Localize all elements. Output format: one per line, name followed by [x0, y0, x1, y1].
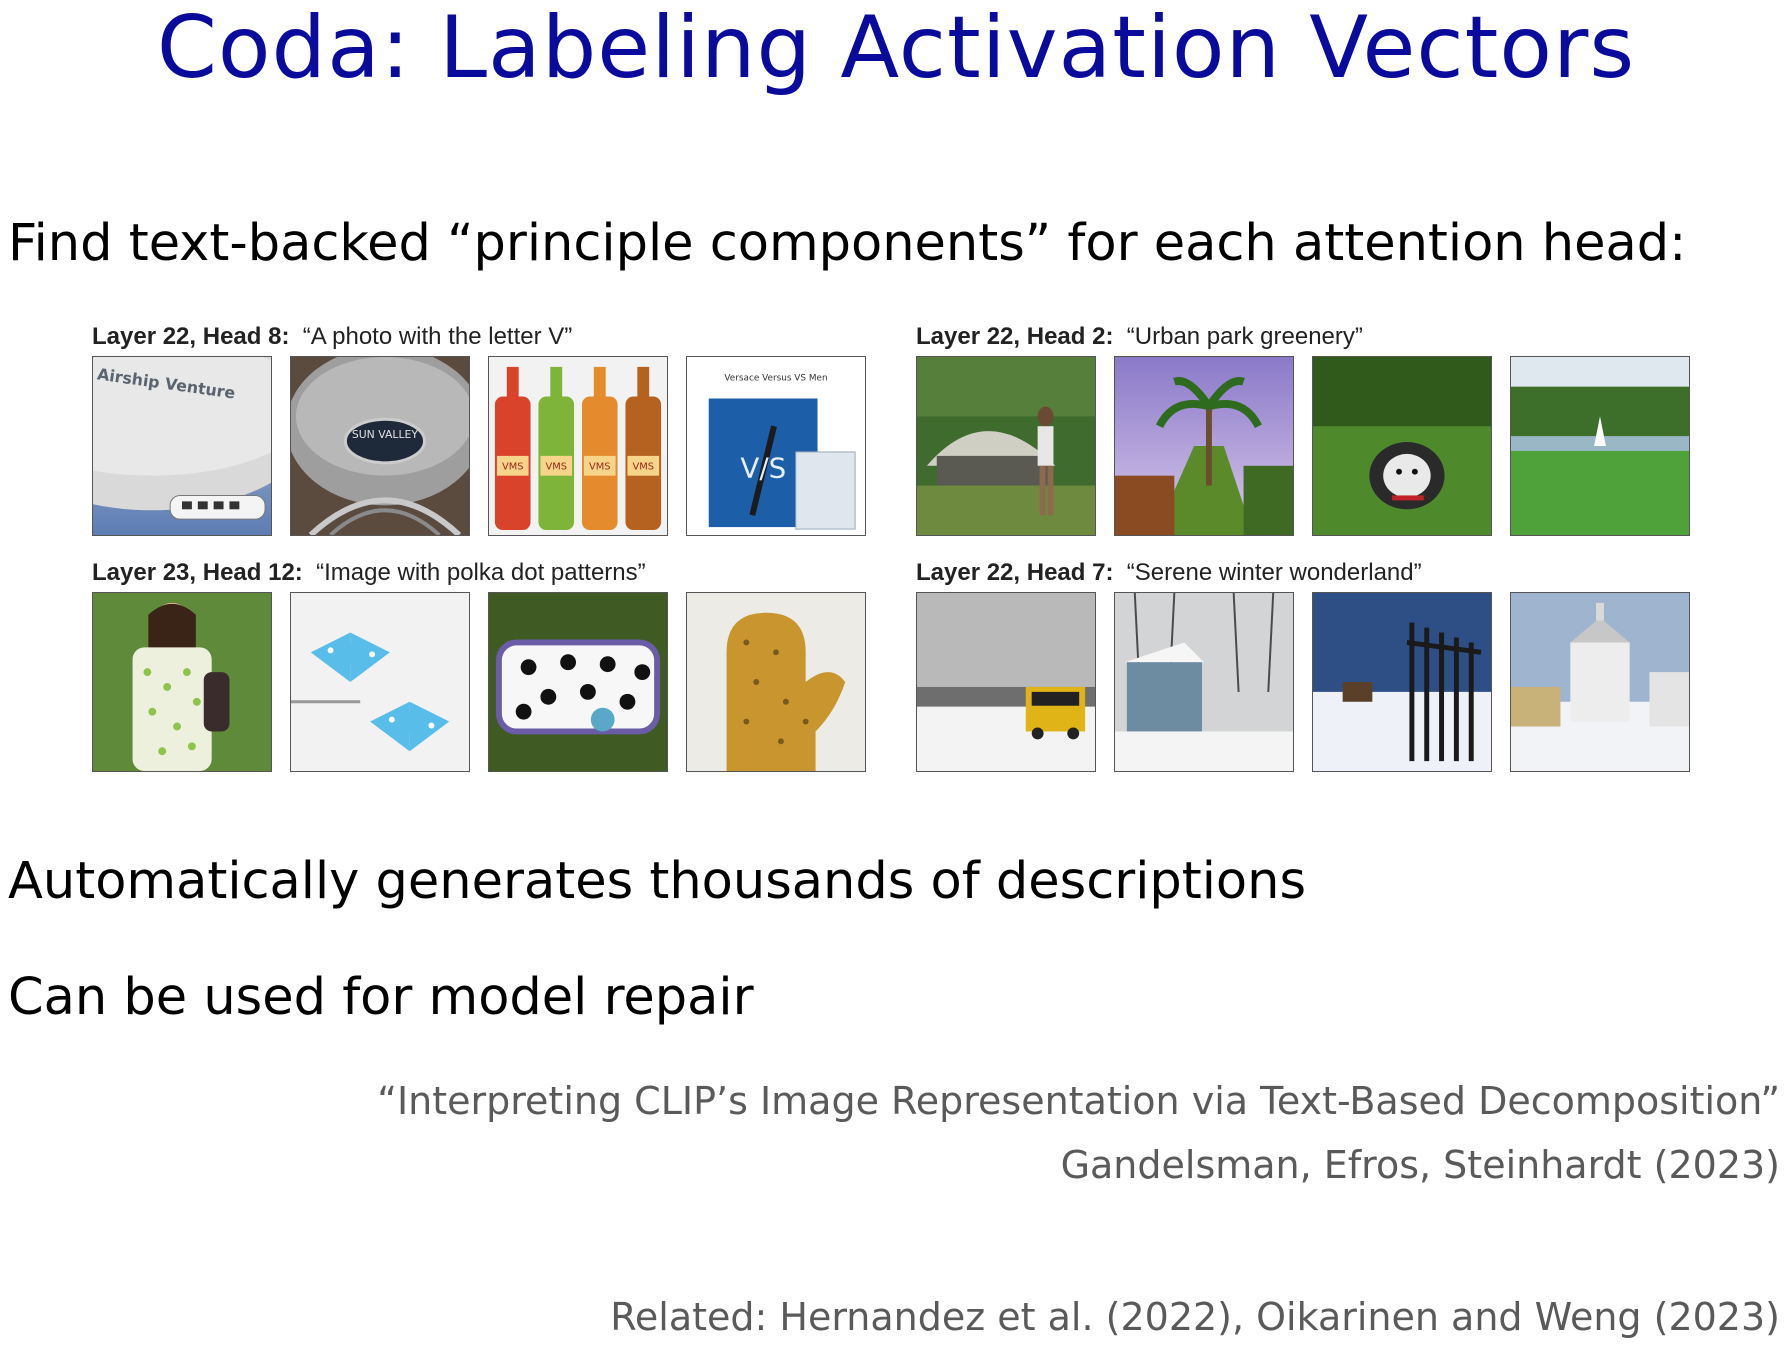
panel-head: Layer 22, Head 7: — [916, 559, 1114, 586]
panel-head: Layer 23, Head 12: — [92, 559, 303, 586]
bandshell-image — [916, 356, 1096, 536]
panel-description: “Serene winter wonderland” — [1126, 559, 1422, 586]
panel-letter-v: Layer 22, Head 8: “A photo with the lett… — [92, 322, 866, 536]
fountain-park-image — [1510, 356, 1690, 536]
airship-image: Airship Venture — [92, 356, 272, 536]
bottle-label-4: VMS — [632, 462, 654, 473]
versace-caption: Versace Versus VS Men — [724, 374, 827, 384]
versace-image: Versace Versus VS Men V/S — [686, 356, 866, 536]
panel-urban-park: Layer 22, Head 2: “Urban park greenery” — [916, 322, 1690, 536]
panel-description: “Image with polka dot patterns” — [316, 559, 646, 586]
panel-description: “Urban park greenery” — [1126, 323, 1363, 350]
knit-mitten-image — [686, 592, 866, 772]
citation-authors: Gandelsman, Efros, Steinhardt (2023) — [1060, 1143, 1780, 1187]
bottle-label-1: VMS — [502, 462, 524, 473]
snowy-church-image — [1510, 592, 1690, 772]
bullet-principle-components: Find text-backed “principle components” … — [8, 214, 1687, 273]
girl-pajamas-image — [92, 592, 272, 772]
bullet-model-repair: Can be used for model repair — [8, 968, 754, 1027]
slide-title: Coda: Labeling Activation Vectors — [156, 0, 1636, 98]
panel-label: Layer 22, Head 7: “Serene winter wonderl… — [916, 558, 1422, 588]
bottles-image: VMS VMS VMS VMS — [488, 356, 668, 536]
panel-polka-dots: Layer 23, Head 12: “Image with polka dot… — [92, 558, 866, 772]
panel-label: Layer 22, Head 8: “A photo with the lett… — [92, 322, 572, 352]
blue-bows-image — [290, 592, 470, 772]
panel-description: “A photo with the letter V” — [302, 323, 573, 350]
related-work: Related: Hernandez et al. (2022), Oikari… — [610, 1295, 1780, 1339]
panel-head: Layer 22, Head 8: — [92, 323, 290, 350]
snowy-gate-image — [1312, 592, 1492, 772]
bottle-label-3: VMS — [589, 462, 611, 473]
polka-purse-image — [488, 592, 668, 772]
dog-on-grass-image — [1312, 356, 1492, 536]
versace-logo: V/S — [740, 452, 786, 485]
bullet-generates-descriptions: Automatically generates thousands of des… — [8, 852, 1307, 911]
school-bus-snow-image — [916, 592, 1096, 772]
panel-label: Layer 22, Head 2: “Urban park greenery” — [916, 322, 1363, 352]
citation-paper-title: “Interpreting CLIP’s Image Representatio… — [377, 1079, 1780, 1123]
palm-garden-image — [1114, 356, 1294, 536]
sun-valley-image: SUN VALLEY — [290, 356, 470, 536]
panel-winter: Layer 22, Head 7: “Serene winter wonderl… — [916, 558, 1690, 772]
sun-valley-text: SUN VALLEY — [352, 428, 419, 441]
bottle-label-2: VMS — [545, 462, 567, 473]
snowy-shed-image — [1114, 592, 1294, 772]
panel-head: Layer 22, Head 2: — [916, 323, 1114, 350]
panel-label: Layer 23, Head 12: “Image with polka dot… — [92, 558, 646, 588]
